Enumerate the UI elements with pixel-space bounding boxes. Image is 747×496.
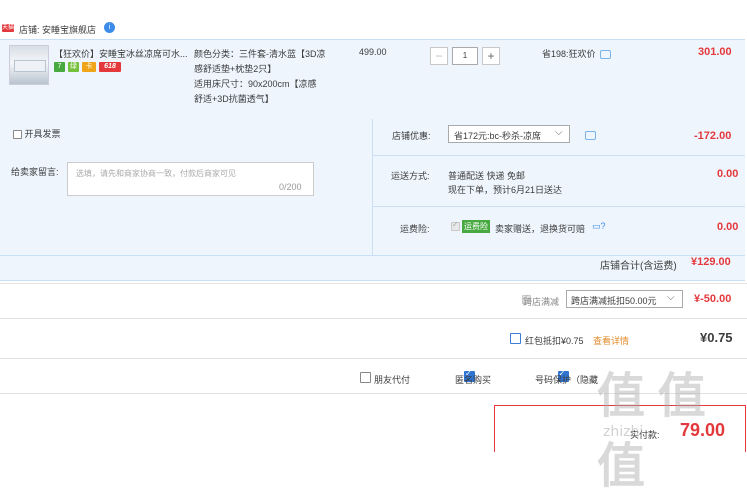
shipping-method: 普通配送 快递 免邮	[448, 171, 526, 181]
shop-discount-label: 店铺优惠:	[392, 131, 431, 141]
friend-pay-checkbox[interactable]	[360, 372, 371, 383]
chat-icon[interactable]	[599, 50, 611, 60]
shop-discount-value: -172.00	[694, 130, 732, 142]
note-placeholder: 选填，请先和商家协商一致，付款后商家可见	[76, 169, 236, 178]
redpacket-details-link[interactable]: 查看详情	[593, 334, 629, 347]
insurance-value: 0.00	[717, 221, 739, 233]
redpacket-value: ¥0.75	[700, 330, 733, 345]
sku-line: 适用床尺寸：90x200cm【凉感	[194, 79, 317, 89]
store-total-value: ¥129.00	[691, 256, 731, 268]
divider	[373, 155, 745, 156]
decrease-quantity-button[interactable]: −	[430, 47, 448, 65]
invoice-checkbox[interactable]	[13, 130, 22, 140]
shipping-eta: 现在下单，预计6月21日送达	[448, 185, 563, 195]
divider	[0, 255, 745, 256]
sku-info: 颜色分类：三件套-清水蓝【3D凉 感舒适垫+枕垫2只】 适用床尺寸：90x200…	[194, 47, 334, 107]
note-char-count: 0/200	[279, 182, 302, 192]
divider	[0, 283, 747, 284]
seven-day-return-icon: 7	[54, 61, 65, 72]
redpacket-checkbox[interactable]	[510, 333, 521, 344]
cross-store-label: 跨店满减	[523, 297, 560, 307]
quantity-input[interactable]: 1	[452, 47, 478, 65]
sku-line: 舒适+3D抗菌透气】	[194, 94, 274, 104]
shop-discount-selected: 省172元:bc-秒杀-凉席	[454, 131, 542, 141]
product-title[interactable]: 【狂欢价】安睡宝冰丝凉席可水...	[54, 47, 190, 60]
promo-618-badge: 618	[99, 61, 121, 72]
invoice-label: 开具发票	[24, 129, 61, 139]
green-service-icon: 绿	[68, 61, 79, 72]
shipping-label: 运送方式:	[391, 171, 430, 181]
card-payment-icon: 卡	[82, 61, 96, 72]
insurance-text: 卖家赠送，退换货可赔	[495, 224, 586, 234]
divider	[373, 206, 745, 207]
anonymous-label: 匿名购买	[455, 375, 492, 385]
increase-quantity-button[interactable]: +	[482, 47, 500, 65]
insurance-badge: 运费险	[462, 220, 490, 233]
insurance-checkbox	[451, 220, 460, 232]
sku-line: 感舒适垫+枕垫2只】	[194, 64, 277, 74]
product-thumbnail[interactable]	[9, 45, 49, 85]
sku-line: 颜色分类：三件套-清水蓝【3D凉	[194, 49, 326, 59]
info-icon[interactable]: i	[104, 22, 115, 33]
discount-note: 省198:狂欢价	[542, 47, 611, 60]
chevron-down-icon[interactable]: ⌵	[667, 292, 675, 303]
unit-price: 499.00	[359, 47, 387, 57]
insurance-label: 运费险:	[400, 224, 430, 234]
discount-note-text: 省198:狂欢价	[542, 49, 596, 59]
service-tags: 7 绿卡 618	[54, 61, 124, 72]
chat-icon[interactable]	[585, 131, 596, 141]
chevron-down-icon[interactable]: ⌵	[555, 127, 563, 138]
invoice-option[interactable]: 开具发票	[13, 127, 61, 140]
number-protect-label: 号码保护（隐藏	[535, 375, 599, 385]
friend-pay-label: 朋友代付	[374, 375, 411, 385]
item-total: 301.00	[698, 46, 732, 58]
quantity-stepper: − 1 +	[430, 47, 500, 66]
help-icon[interactable]: ▭?	[592, 221, 606, 232]
cross-store-selected: 跨店满减抵扣50.00元	[571, 296, 657, 306]
store-name[interactable]: 店铺: 安睡宝旗舰店	[19, 23, 96, 36]
cross-store-value: ¥-50.00	[694, 293, 732, 305]
divider	[372, 119, 373, 255]
redpacket-label: 红包抵扣¥0.75	[525, 336, 584, 346]
store-total-label: 店铺合计(含运费)	[600, 261, 677, 272]
shipping-value: 0.00	[717, 168, 739, 180]
note-label: 给卖家留言:	[11, 167, 59, 177]
tmall-badge: 天猫	[2, 24, 15, 32]
watermark-url: zhizhi...	[603, 424, 657, 440]
divider	[0, 318, 747, 319]
